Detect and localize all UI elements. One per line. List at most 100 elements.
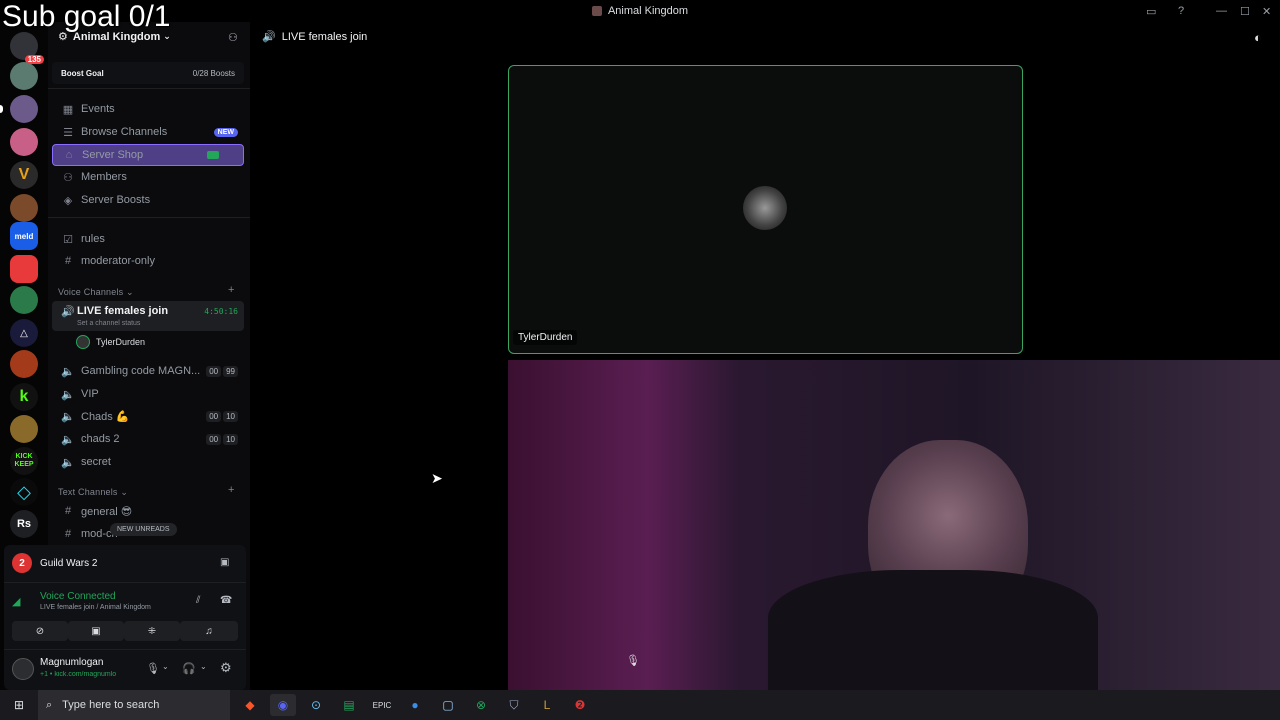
participant-tile-tylerdurden[interactable]: TylerDurden — [508, 65, 1023, 354]
screen-share-icon: ▣ — [91, 625, 101, 637]
league-icon[interactable]: L — [534, 694, 560, 716]
window-icon[interactable]: ▢ — [435, 694, 461, 716]
signal-icon[interactable]: ◢ — [12, 595, 20, 608]
server-icon-v[interactable]: V — [10, 161, 38, 189]
app-icon-blue[interactable]: ● — [402, 694, 428, 716]
screen-share-icon[interactable]: ▣ — [220, 557, 229, 568]
voice-category[interactable]: Voice Channels ⌄ — [58, 287, 134, 298]
add-member-icon[interactable]: ⚇ — [228, 31, 238, 44]
user-settings-icon[interactable]: ⚙ — [220, 660, 232, 676]
speaker-icon: 🔊 — [61, 306, 75, 318]
dm-home-icon[interactable]: 135 — [10, 32, 44, 64]
diamond-icon[interactable]: ◇ — [10, 478, 38, 506]
chevron-down-icon[interactable]: ⌄ — [200, 662, 207, 671]
channel-rules[interactable]: ☑ rules — [52, 228, 244, 250]
boost-goal-bar[interactable]: Boost Goal 0/28 Boosts — [52, 62, 244, 84]
close-button[interactable]: ✕ — [1262, 0, 1271, 22]
channel-label: general 😎 — [81, 505, 133, 518]
divider — [4, 649, 246, 650]
channel-secret[interactable]: 🔈 secret — [52, 451, 244, 473]
guild-wars-icon[interactable]: ❷ — [567, 694, 593, 716]
nav-members[interactable]: ⚇ Members — [52, 166, 244, 188]
server-icon-kick[interactable]: k — [10, 383, 38, 411]
channel-moderator-only[interactable]: # moderator-only — [52, 250, 244, 272]
disconnect-icon[interactable]: ☎ — [220, 595, 232, 606]
channel-vip[interactable]: 🔈 VIP — [52, 383, 244, 405]
epic-games-icon[interactable]: EPIC — [369, 694, 395, 716]
nav-browse-channels[interactable]: ☰ Browse Channels NEW — [52, 121, 244, 143]
inbox-icon[interactable]: ▭ — [1146, 0, 1156, 22]
user-panel: 2 Guild Wars 2 ▣ ◢ Voice Connected LIVE … — [4, 545, 246, 690]
channel-label: LIVE females join — [77, 305, 169, 317]
call-timer: 4:50:16 — [204, 307, 238, 316]
server-icon-12[interactable] — [10, 415, 38, 443]
activity-row[interactable]: 2 Guild Wars 2 — [12, 553, 97, 573]
channel-chads[interactable]: 🔈 Chads 💪 00 10 — [52, 405, 244, 427]
channel-chads-2[interactable]: 🔈 chads 2 00 10 — [52, 428, 244, 450]
server-icon-10[interactable] — [10, 350, 38, 378]
server-icon-5[interactable] — [10, 194, 38, 222]
microphone-icon[interactable]: 🎙 — [626, 654, 640, 667]
server-icon-2[interactable] — [0, 95, 38, 123]
avatar — [76, 335, 90, 349]
participant-name: TylerDurden — [513, 330, 578, 345]
unreads-label: NEW UNREADS — [117, 526, 170, 533]
text-category[interactable]: Text Channels ⌄ — [58, 487, 128, 498]
user-name[interactable]: Magnumlogan — [40, 657, 103, 668]
search-icon: ⌕ — [46, 698, 53, 711]
spreadsheet-icon[interactable]: ▤ — [336, 694, 362, 716]
xbox-icon[interactable]: ⊗ — [468, 694, 494, 716]
server-icon-7[interactable] — [10, 255, 38, 283]
participant-video-tile[interactable]: 🎙 — [508, 360, 1280, 690]
nav-server-boosts[interactable]: ◈ Server Boosts — [52, 189, 244, 211]
user-status[interactable]: +1 • kick.com/magnumlo — [40, 671, 136, 678]
chat-icon[interactable]: ◐ — [1254, 30, 1262, 45]
taskbar-search[interactable]: ⌕ Type here to search — [38, 690, 230, 720]
help-icon[interactable]: ? — [1178, 0, 1184, 22]
nav-server-shop[interactable]: ⌂ Server Shop — [52, 144, 244, 166]
start-icon[interactable]: ⊞ — [6, 694, 32, 716]
steam-icon[interactable]: ⊙ — [303, 694, 329, 716]
count-limit: 10 — [223, 433, 238, 445]
voice-connected-label[interactable]: Voice Connected — [40, 591, 116, 602]
channel-general[interactable]: # general 😎 — [52, 500, 244, 522]
screen-share-button[interactable]: ▣ — [68, 621, 124, 641]
taskbar: ⊞ ⌕ Type here to search ◆ ◉ ⊙ ▤ EPIC ● ▢… — [0, 690, 1280, 720]
channel-status[interactable]: Set a channel status — [77, 320, 140, 327]
server-icon-meld[interactable]: meld — [10, 222, 38, 250]
activities-button[interactable]: ⁜ — [124, 621, 180, 641]
speaker-icon: 🔈 — [61, 433, 75, 446]
channel-gambling[interactable]: 🔈 Gambling code MAGN... 00 99 — [52, 360, 244, 382]
avatar[interactable] — [12, 658, 34, 680]
server-icon-9[interactable]: △ — [10, 319, 38, 347]
channel-live-females-join[interactable]: 🔊 LIVE females join 4:50:16 Set a channe… — [52, 301, 244, 331]
server-icon-1[interactable] — [10, 62, 38, 90]
minimize-button[interactable]: — — [1216, 0, 1227, 22]
nav-label: Server Shop — [82, 149, 144, 161]
camera-button[interactable]: ⊘ — [12, 621, 68, 641]
shield-icon[interactable]: ⛉ — [501, 694, 527, 716]
chevron-down-icon[interactable]: ⌄ — [162, 662, 169, 671]
hash-icon: # — [64, 505, 72, 517]
game-icon: 2 — [12, 553, 32, 573]
brave-icon[interactable]: ◆ — [237, 694, 263, 716]
server-icon-3[interactable] — [10, 128, 38, 156]
discord-icon[interactable]: ◉ — [270, 694, 296, 716]
soundboard-button[interactable]: ♫ — [180, 621, 238, 641]
add-channel-icon[interactable]: + — [228, 284, 234, 296]
maximize-button[interactable]: ☐ — [1240, 0, 1250, 22]
voice-user-tylerdurden[interactable]: TylerDurden — [76, 335, 145, 349]
new-unreads-pill[interactable]: NEW UNREADS — [110, 523, 177, 536]
microphone-icon[interactable]: 🎙 — [146, 662, 160, 675]
boost-count: 0/28 Boosts — [192, 68, 235, 78]
divider — [48, 217, 250, 218]
headphones-icon[interactable]: 🎧 — [182, 662, 196, 675]
noise-suppression-icon[interactable]: ⫽ — [196, 595, 200, 606]
add-channel-icon[interactable]: + — [228, 484, 234, 496]
server-icon-8[interactable] — [10, 286, 38, 314]
server-icon-kick-keep[interactable]: KICK KEEP — [10, 447, 38, 475]
server-icon-rs[interactable]: Rs — [10, 510, 38, 538]
nav-events[interactable]: ▦ Events — [52, 98, 244, 120]
connection-detail[interactable]: LIVE females join / Animal Kingdom — [40, 604, 151, 611]
channel-label: rules — [81, 233, 105, 245]
